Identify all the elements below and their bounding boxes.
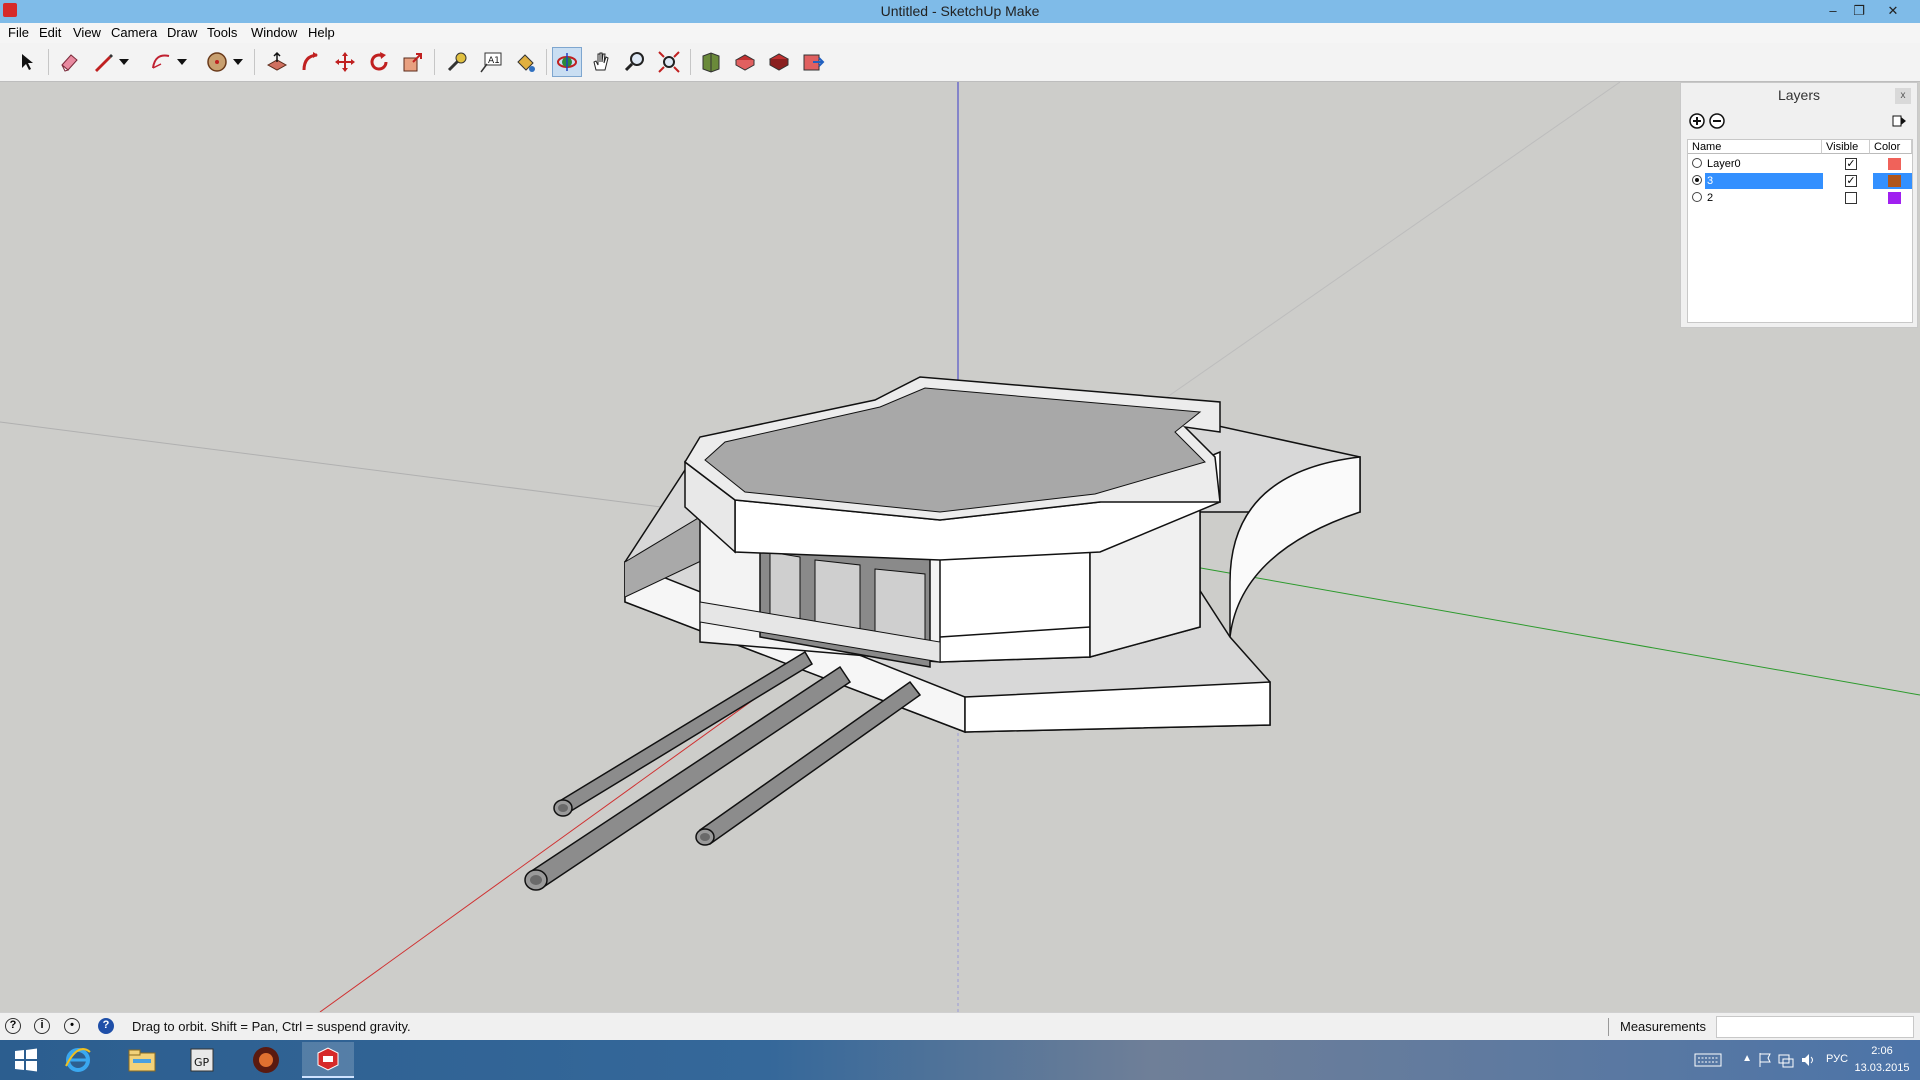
windows-taskbar: GP ▲ РУС 2:06 13.03.2015 bbox=[0, 1040, 1920, 1080]
network-icon[interactable] bbox=[1778, 1052, 1794, 1068]
layer-name[interactable]: 3 bbox=[1707, 173, 1713, 189]
media-app-icon[interactable] bbox=[240, 1042, 292, 1078]
geolocation-icon[interactable]: ? bbox=[5, 1018, 21, 1034]
menu-draw[interactable]: Draw bbox=[167, 25, 197, 40]
menu-help[interactable]: Help bbox=[308, 25, 335, 40]
text-tool-icon[interactable]: A1 bbox=[476, 47, 506, 77]
column-header-name[interactable]: Name bbox=[1688, 140, 1822, 154]
line-tool-icon[interactable] bbox=[88, 47, 118, 77]
keyboard-icon[interactable] bbox=[1694, 1053, 1722, 1067]
menu-camera[interactable]: Camera bbox=[111, 25, 157, 40]
measurements-input[interactable] bbox=[1716, 1016, 1914, 1038]
shape-dropdown-icon[interactable] bbox=[230, 47, 246, 77]
layers-panel: Layers x Name Visible Color Layer0 ✓ 3 ✓… bbox=[1680, 82, 1918, 328]
share-model-icon[interactable] bbox=[730, 47, 760, 77]
eraser-tool-icon[interactable] bbox=[54, 47, 84, 77]
menu-tools[interactable]: Tools bbox=[207, 25, 237, 40]
layer-name[interactable]: Layer0 bbox=[1707, 156, 1741, 172]
active-layer-radio[interactable] bbox=[1692, 158, 1702, 168]
red-axis bbox=[319, 676, 786, 1012]
user-account-icon[interactable]: • bbox=[64, 1018, 80, 1034]
shape-tool-icon[interactable] bbox=[202, 47, 232, 77]
show-hidden-icons-icon[interactable]: ▲ bbox=[1742, 1053, 1752, 1064]
title-bar: Untitled - SketchUp Make – ❐ ✕ bbox=[0, 0, 1920, 23]
menu-window[interactable]: Window bbox=[251, 25, 297, 40]
menu-bar: File Edit View Camera Draw Tools Window … bbox=[0, 23, 1920, 43]
layer-color-swatch[interactable] bbox=[1888, 158, 1901, 170]
move-tool-icon[interactable] bbox=[330, 47, 360, 77]
active-layer-radio[interactable] bbox=[1692, 192, 1702, 202]
zoom-tool-icon[interactable] bbox=[620, 47, 650, 77]
window-title: Untitled - SketchUp Make bbox=[880, 3, 1040, 19]
layers-panel-close-button[interactable]: x bbox=[1895, 88, 1911, 104]
internet-explorer-icon[interactable] bbox=[52, 1042, 104, 1078]
model-drawing bbox=[0, 82, 1920, 1012]
sketchup-taskbar-icon[interactable] bbox=[302, 1042, 354, 1078]
menu-edit[interactable]: Edit bbox=[39, 25, 61, 40]
paint-bucket-tool-icon[interactable] bbox=[510, 47, 540, 77]
green-axis-negative bbox=[0, 421, 701, 513]
delete-layer-icon[interactable] bbox=[1709, 113, 1725, 129]
column-header-color[interactable]: Color bbox=[1870, 140, 1912, 154]
layer-color-swatch[interactable] bbox=[1888, 175, 1901, 187]
push-pull-tool-icon[interactable] bbox=[262, 47, 292, 77]
layer-color-swatch[interactable] bbox=[1888, 192, 1901, 204]
rotate-tool-icon[interactable] bbox=[364, 47, 394, 77]
pan-tool-icon[interactable] bbox=[586, 47, 616, 77]
layer-name[interactable]: 2 bbox=[1707, 190, 1713, 206]
layer-row-2[interactable]: 2 bbox=[1688, 190, 1912, 206]
scale-tool-icon[interactable] bbox=[398, 47, 428, 77]
credits-icon[interactable]: i bbox=[34, 1018, 50, 1034]
line-dropdown-icon[interactable] bbox=[116, 47, 132, 77]
instructor-help-icon[interactable]: ? bbox=[98, 1018, 114, 1034]
layers-list: Name Visible Color Layer0 ✓ 3 ✓ 2 bbox=[1687, 139, 1913, 323]
tape-measure-tool-icon[interactable] bbox=[442, 47, 472, 77]
main-toolbar: A1 bbox=[0, 43, 1920, 82]
restore-button[interactable]: ❐ bbox=[1846, 0, 1872, 23]
layer-row-3[interactable]: 3 ✓ bbox=[1688, 173, 1912, 189]
add-layer-icon[interactable] bbox=[1689, 113, 1705, 129]
green-axis bbox=[1194, 566, 1920, 696]
clock-date[interactable]: 13.03.2015 bbox=[1852, 1062, 1912, 1074]
menu-view[interactable]: View bbox=[73, 25, 101, 40]
file-explorer-icon[interactable] bbox=[116, 1042, 168, 1078]
svg-text:GP: GP bbox=[194, 1056, 210, 1069]
orbit-tool-icon[interactable] bbox=[552, 47, 582, 77]
gp-app-icon[interactable]: GP bbox=[176, 1042, 228, 1078]
minimize-button[interactable]: – bbox=[1820, 0, 1846, 23]
volume-icon[interactable] bbox=[1800, 1052, 1816, 1068]
visible-checkbox[interactable] bbox=[1845, 192, 1857, 204]
status-message: Drag to orbit. Shift = Pan, Ctrl = suspe… bbox=[132, 1019, 411, 1034]
action-center-flag-icon[interactable] bbox=[1758, 1052, 1772, 1068]
visible-checkbox[interactable]: ✓ bbox=[1845, 158, 1857, 170]
start-button[interactable] bbox=[0, 1042, 52, 1078]
layer-row-layer0[interactable]: Layer0 ✓ bbox=[1688, 156, 1912, 172]
column-header-visible[interactable]: Visible bbox=[1822, 140, 1870, 154]
zoom-extents-tool-icon[interactable] bbox=[654, 47, 684, 77]
svg-text:A1: A1 bbox=[488, 56, 500, 66]
drawing-viewport[interactable] bbox=[0, 82, 1920, 1012]
layers-panel-title: Layers bbox=[1777, 87, 1821, 103]
visible-checkbox[interactable]: ✓ bbox=[1845, 175, 1857, 187]
follow-me-tool-icon[interactable] bbox=[296, 47, 326, 77]
layers-details-icon[interactable] bbox=[1891, 113, 1907, 129]
3d-warehouse-icon[interactable] bbox=[696, 47, 726, 77]
close-button[interactable]: ✕ bbox=[1880, 0, 1906, 23]
menu-file[interactable]: File bbox=[8, 25, 29, 40]
send-to-layout-icon[interactable] bbox=[798, 47, 828, 77]
select-tool-icon[interactable] bbox=[12, 47, 42, 77]
clock-time[interactable]: 2:06 bbox=[1858, 1045, 1906, 1057]
status-bar: ? i • ? Drag to orbit. Shift = Pan, Ctrl… bbox=[0, 1012, 1920, 1040]
arc-dropdown-icon[interactable] bbox=[174, 47, 190, 77]
arc-tool-icon[interactable] bbox=[146, 47, 176, 77]
measurements-label: Measurements bbox=[1620, 1019, 1706, 1034]
active-layer-radio[interactable] bbox=[1692, 175, 1702, 185]
red-axis-negative bbox=[1159, 82, 1621, 403]
extension-warehouse-icon[interactable] bbox=[764, 47, 794, 77]
